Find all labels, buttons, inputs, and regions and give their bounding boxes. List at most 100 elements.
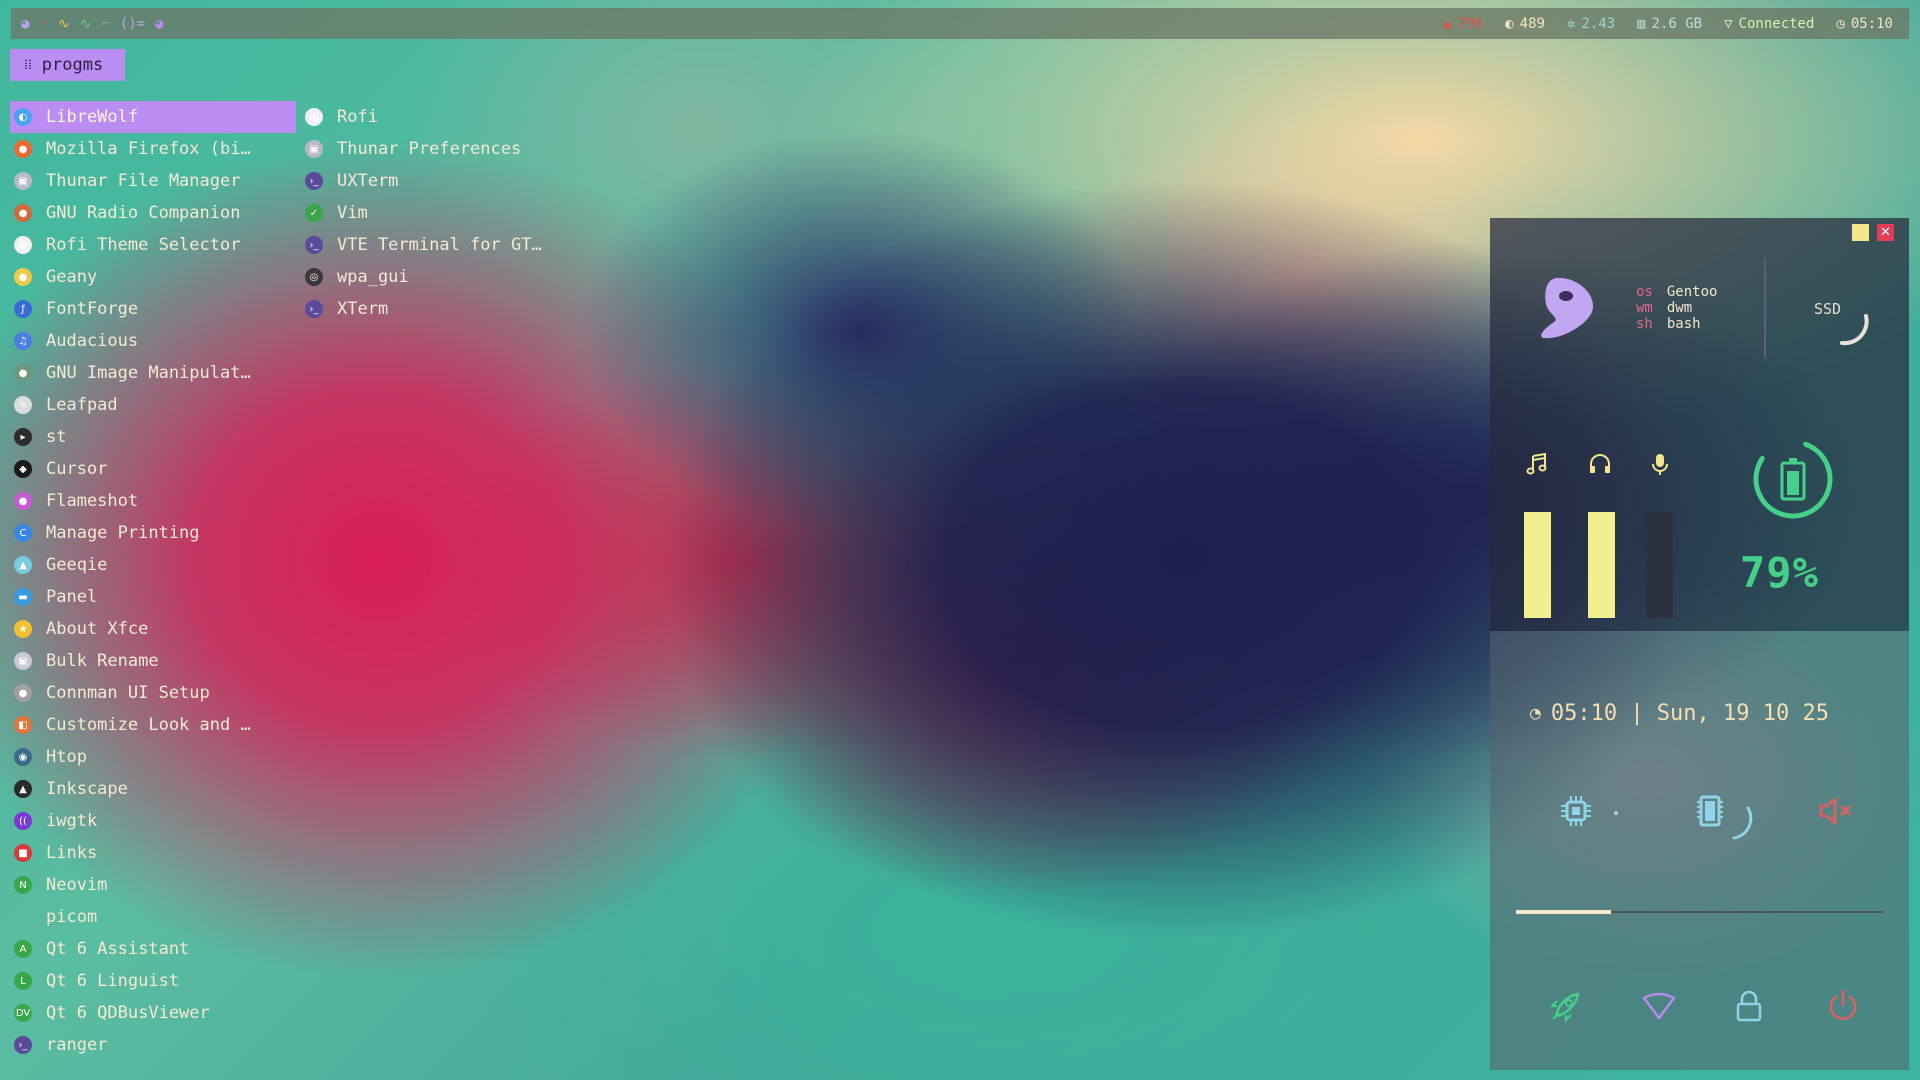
list-item[interactable]: DV Qt 6 QDBusViewer	[10, 997, 296, 1029]
list-item-label: Thunar File Manager	[46, 171, 241, 191]
panel-divider	[1764, 258, 1766, 358]
fire-icon: ▲	[1443, 15, 1452, 32]
list-item[interactable]: ›_ XTerm	[301, 293, 591, 325]
sysinfo-key: os	[1636, 284, 1653, 300]
wifi-icon[interactable]	[1641, 988, 1677, 1024]
flame-icon[interactable]: ᵕ	[39, 16, 47, 32]
list-item[interactable]: ● Connman UI Setup	[10, 677, 296, 709]
music-note-icon[interactable]	[1525, 452, 1549, 476]
list-item[interactable]: ✎ Leafpad	[10, 389, 296, 421]
list-item[interactable]: ▣ Thunar Preferences	[301, 133, 591, 165]
list-item[interactable]: ƒ FontForge	[10, 293, 296, 325]
list-item[interactable]: ★ About Xfce	[10, 613, 296, 645]
list-item-label: st	[46, 427, 67, 447]
packages-stat[interactable]: ◐ 489	[1505, 16, 1545, 32]
list-item[interactable]: picom	[10, 901, 296, 933]
speaker-muted-icon[interactable]	[1818, 795, 1854, 827]
list-item[interactable]: ◉ Htop	[10, 741, 296, 773]
app-icon: ((	[14, 812, 32, 830]
cpu-temp-stat[interactable]: ▲ 79%	[1443, 16, 1483, 32]
list-item-label: Bulk Rename	[46, 651, 159, 671]
app-icon: ▣	[14, 172, 32, 190]
volume-bar-microphone[interactable]	[1646, 512, 1673, 618]
volume-bar-headphones-fill	[1588, 512, 1615, 618]
rocket-icon[interactable]	[1548, 988, 1584, 1024]
list-item-label: Manage Printing	[46, 523, 200, 543]
list-item[interactable]: ▲ Geeqie	[10, 549, 296, 581]
list-item[interactable]: N Neovim	[10, 869, 296, 901]
wave-icon[interactable]: ∿	[58, 16, 70, 32]
list-item[interactable]: ● Mozilla Firefox (bi…	[10, 133, 296, 165]
list-item[interactable]: L Qt 6 Linguist	[10, 965, 296, 997]
gentoo-logo-icon	[1541, 277, 1594, 339]
list-item[interactable]: ▬ Panel	[10, 581, 296, 613]
list-item[interactable]: ▸ st	[10, 421, 296, 453]
minimize-button[interactable]	[1852, 224, 1869, 241]
gentoo-icon[interactable]: ◕	[21, 16, 29, 32]
memory-stat[interactable]: ▥ 2.6 GB	[1637, 16, 1702, 32]
volume-bar-music[interactable]	[1524, 512, 1551, 618]
network-stat[interactable]: ▽ Connected	[1724, 16, 1814, 32]
list-item[interactable]: ▦ Rofi	[301, 101, 591, 133]
list-item[interactable]: ◎ wpa_gui	[301, 261, 591, 293]
lock-icon[interactable]	[1731, 988, 1767, 1024]
list-item[interactable]: ● Geany	[10, 261, 296, 293]
list-item[interactable]: ✓ Vim	[301, 197, 591, 229]
list-item[interactable]: A Qt 6 Assistant	[10, 933, 296, 965]
app-icon: ●	[14, 268, 32, 286]
list-item[interactable]: ◐ LibreWolf	[10, 101, 296, 133]
list-item[interactable]: ›_ ranger	[10, 1029, 296, 1061]
list-item[interactable]: ● Flameshot	[10, 485, 296, 517]
wave-icon[interactable]: ∿	[80, 16, 92, 32]
list-item[interactable]: ● GNU Image Manipulat…	[10, 357, 296, 389]
list-item-label: Geany	[46, 267, 98, 287]
clock-stat[interactable]: ◷ 05:10	[1836, 16, 1893, 32]
gentoo-icon[interactable]: ◕	[155, 16, 163, 32]
memory-value: 2.6 GB	[1651, 15, 1703, 32]
clock-value: 05:10	[1850, 15, 1893, 32]
list-item[interactable]: ◆ Cursor	[10, 453, 296, 485]
sysinfo-key: wm	[1636, 300, 1653, 316]
list-item[interactable]: ▲ Inkscape	[10, 773, 296, 805]
battery-percent: 79%	[1740, 548, 1819, 597]
list-item-label: wpa_gui	[337, 267, 409, 287]
list-item-label: Flameshot	[46, 491, 139, 511]
list-item[interactable]: ▦ Rofi Theme Selector	[10, 229, 296, 261]
volume-bar-music-fill	[1524, 512, 1551, 618]
power-icon[interactable]	[1825, 988, 1861, 1024]
cpu-icon[interactable]	[1558, 793, 1594, 829]
volume-bar-headphones[interactable]	[1588, 512, 1615, 618]
list-item[interactable]: ((iwgtk	[10, 805, 296, 837]
app-icon: DV	[14, 1004, 32, 1022]
pipe-icon[interactable]: ⌐	[101, 16, 109, 32]
app-icon: ƒ	[14, 300, 32, 318]
headphones-icon[interactable]	[1588, 452, 1612, 476]
list-item[interactable]: ◧ Customize Look and …	[10, 709, 296, 741]
list-item[interactable]: ■ Links	[10, 837, 296, 869]
packages-value: 489	[1519, 15, 1545, 32]
list-item[interactable]: ›_ VTE Terminal for GT…	[301, 229, 591, 261]
list-item[interactable]: ● GNU Radio Companion	[10, 197, 296, 229]
close-button[interactable]: ✕	[1877, 224, 1894, 241]
brightness-slider-fill[interactable]	[1516, 910, 1612, 914]
list-item[interactable]: ▣ Thunar File Manager	[10, 165, 296, 197]
app-icon: ▣	[305, 140, 323, 158]
app-icon: ◆	[14, 460, 32, 478]
app-icon: ▦	[14, 236, 32, 254]
load-stat[interactable]: ✲ 2.43	[1567, 16, 1615, 32]
sysinfo-value: dwm	[1666, 300, 1693, 316]
app-list-column-2: ▦ Rofi ▣ Thunar Preferences ›_ UXTerm ✓ Vim ›_ VT…	[301, 101, 591, 325]
list-item-label: Qt 6 Linguist	[46, 971, 180, 991]
list-item[interactable]: ›_ UXTerm	[301, 165, 591, 197]
list-item[interactable]: C Manage Printing	[10, 517, 296, 549]
app-icon: ●	[14, 492, 32, 510]
list-item-label: Qt 6 Assistant	[46, 939, 190, 959]
half-moon-icon: ◐	[1505, 15, 1514, 32]
launcher-button[interactable]: ⁞⁞ progms	[10, 49, 125, 81]
sysinfo-sh: sh bash	[1636, 316, 1717, 332]
list-item[interactable]: ♫ Audacious	[10, 325, 296, 357]
microphone-icon[interactable]	[1648, 452, 1672, 476]
app-icon: C	[14, 524, 32, 542]
list-item[interactable]: ▣ Bulk Rename	[10, 645, 296, 677]
brackets-icon[interactable]: ()=	[120, 16, 145, 32]
